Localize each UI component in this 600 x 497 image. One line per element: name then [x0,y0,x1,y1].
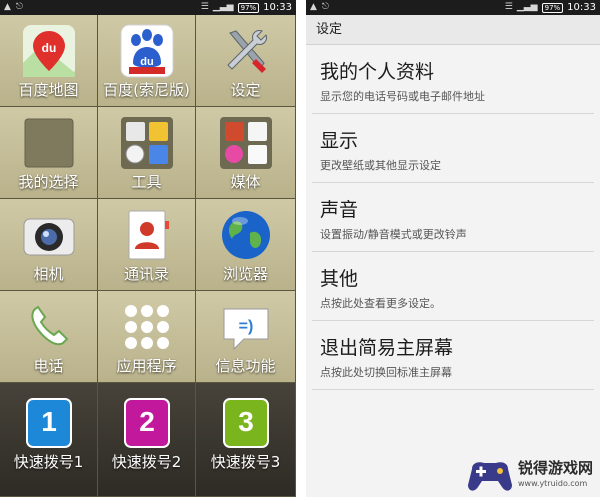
signal-icon: ▁▃▅ [516,2,538,12]
tile-apps[interactable]: 应用程序 [98,291,196,383]
tile-speed-dial-3[interactable]: 3 快速拨号3 [196,383,296,497]
status-bar: ▲ ⎋ ☰ ▁▃▅ 97% 10:33 [306,0,600,15]
menu-item-subtitle: 设置振动/静音模式或更改铃声 [320,228,467,241]
svg-text:du: du [140,56,153,68]
tile-label: 快速拨号3 [210,453,281,471]
android-icon: ▲ [310,2,317,12]
speed-dial-2-icon: 2 [119,395,175,451]
tile-label: 信息功能 [215,357,276,375]
tile-label: 通讯录 [123,265,169,283]
menu-item-other[interactable]: 其他 点按此处查看更多设定。 [312,252,594,321]
tile-contacts[interactable]: 通讯录 [98,199,196,291]
wifi-icon: ☰ [504,2,513,12]
globe-icon [218,207,274,263]
signal-icon: ▁▃▅ [212,2,234,12]
tile-media[interactable]: 媒体 [196,107,296,199]
clock: 10:33 [263,2,292,13]
tile-label: 应用程序 [116,357,177,375]
svg-text:du: du [41,41,56,55]
usb-icon: ⎋ [321,2,330,12]
svg-text:1: 1 [41,406,57,437]
tile-camera[interactable]: 相机 [0,199,98,291]
tools-folder-icon [119,115,175,171]
svg-text:2: 2 [139,406,155,437]
site-watermark: 锐得游戏网 www.ytruido.com [466,455,598,495]
wifi-icon: ☰ [200,2,209,12]
apps-grid-icon [119,299,175,355]
tile-label: 百度(索尼版) [103,81,190,99]
contacts-icon [119,207,175,263]
tile-baidu-map[interactable]: du 百度地图 [0,15,98,107]
menu-item-sound[interactable]: 声音 设置振动/静音模式或更改铃声 [312,183,594,252]
tile-browser[interactable]: 浏览器 [196,199,296,291]
clock: 10:33 [567,2,596,13]
tile-label: 相机 [33,265,64,283]
speed-dial-1-icon: 1 [21,395,77,451]
settings-screen: ▲ ⎋ ☰ ▁▃▅ 97% 10:33 设定 我的个人资料 显示您的电话号码或电… [306,0,600,497]
tile-label: 快速拨号1 [13,453,84,471]
svg-text:=): =) [238,318,253,335]
tile-label: 工具 [131,173,162,191]
menu-item-title: 显示 [320,130,359,152]
empty-slot-icon [21,115,77,171]
launcher-screen: ▲ ⎋ ☰ ▁▃▅ 97% 10:33 du 百度地图 du 百度(索尼版) 设… [0,0,296,497]
tile-baidu-sony[interactable]: du 百度(索尼版) [98,15,196,107]
baidu-map-icon: du [21,23,77,79]
screen-title: 设定 [306,15,600,45]
tile-speed-dial-1[interactable]: 1 快速拨号1 [0,383,98,497]
media-folder-icon [218,115,274,171]
camera-icon [21,207,77,263]
menu-item-exit-simple-home[interactable]: 退出简易主屏幕 点按此处切换回标准主屏幕 [312,321,594,390]
watermark-url: www.ytruido.com [518,479,588,488]
tile-tools[interactable]: 工具 [98,107,196,199]
android-icon: ▲ [4,2,11,12]
tile-label: 百度地图 [18,81,79,99]
tile-label: 电话 [33,357,64,375]
watermark-name: 锐得游戏网 [518,459,594,477]
tile-messaging[interactable]: =) 信息功能 [196,291,296,383]
menu-item-title: 其他 [320,268,359,290]
menu-item-subtitle: 点按此处查看更多设定。 [320,297,441,310]
tile-label: 快速拨号2 [111,453,182,471]
status-bar: ▲ ⎋ ☰ ▁▃▅ 97% 10:33 [0,0,296,15]
menu-item-title: 声音 [320,199,359,221]
phone-icon [21,299,77,355]
settings-menu: 我的个人资料 显示您的电话号码或电子邮件地址 显示 更改壁纸或其他显示设定 声音… [306,45,600,390]
tile-label: 浏览器 [222,265,268,283]
tile-phone[interactable]: 电话 [0,291,98,383]
menu-item-title: 我的个人资料 [320,61,435,83]
menu-item-subtitle: 更改壁纸或其他显示设定 [320,159,441,172]
usb-icon: ⎋ [15,2,24,12]
tile-label: 媒体 [230,173,261,191]
tile-label: 设定 [230,81,261,99]
tile-label: 我的选择 [18,173,79,191]
speed-dial-3-icon: 3 [218,395,274,451]
menu-item-my-profile[interactable]: 我的个人资料 显示您的电话号码或电子邮件地址 [312,45,594,114]
launcher-grid: du 百度地图 du 百度(索尼版) 设定 我的选择 工具 媒体 相机 通讯录 … [0,15,296,497]
controller-logo-icon [468,462,512,491]
baidu-paw-icon: du [119,23,175,79]
tile-speed-dial-2[interactable]: 2 快速拨号2 [98,383,196,497]
battery-indicator: 97% [237,2,260,13]
tools-settings-icon [218,23,274,79]
menu-item-title: 退出简易主屏幕 [320,337,454,359]
menu-item-subtitle: 点按此处切换回标准主屏幕 [320,366,452,379]
svg-text:3: 3 [238,406,254,437]
tile-settings[interactable]: 设定 [196,15,296,107]
messaging-icon: =) [218,299,274,355]
battery-indicator: 97% [541,2,564,13]
menu-item-display[interactable]: 显示 更改壁纸或其他显示设定 [312,114,594,183]
tile-my-choice[interactable]: 我的选择 [0,107,98,199]
menu-item-subtitle: 显示您的电话号码或电子邮件地址 [320,90,485,103]
